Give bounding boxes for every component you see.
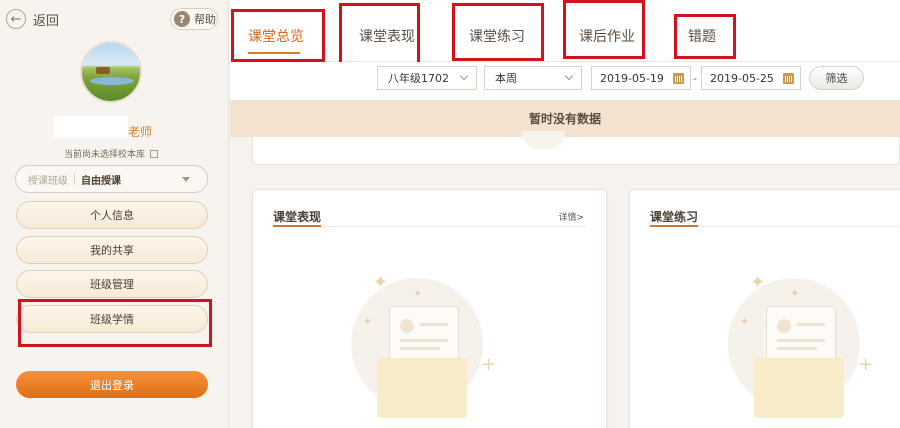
avatar: [80, 41, 142, 103]
tab-overview[interactable]: 课堂总览: [248, 26, 304, 46]
period-dropdown[interactable]: 本周: [484, 66, 582, 90]
chevron-down-icon: [459, 71, 469, 81]
plus-sparkle-icon: +: [481, 354, 497, 375]
teacher-name: 老师: [54, 116, 174, 140]
overview-card-bottom: [252, 131, 900, 165]
card-title: 课堂表现: [273, 210, 322, 224]
menu-personal-info[interactable]: 个人信息: [16, 201, 208, 229]
tab-performance[interactable]: 课堂表现: [359, 26, 415, 46]
chevron-down-icon: [564, 71, 574, 81]
tab-homework[interactable]: 课后作业: [579, 26, 635, 46]
back-label: 返回: [33, 13, 60, 29]
folder-icon: [754, 358, 844, 418]
arrow-left-icon: ←: [6, 9, 26, 29]
caret-down-icon: [182, 177, 190, 182]
question-icon: ?: [174, 11, 190, 27]
sparkle-icon: ✦: [750, 272, 766, 293]
menu-class-management[interactable]: 班级管理: [16, 270, 208, 298]
school-library-hint: 当前尚未选择校本库: [64, 147, 159, 160]
logout-button[interactable]: 退出登录: [16, 371, 208, 398]
tab-bar: [230, 0, 900, 62]
no-data-banner: 暂时没有数据: [230, 100, 900, 137]
help-button[interactable]: ? 帮助: [170, 8, 218, 30]
sparkle-icon: ✦: [363, 315, 373, 328]
empty-state-illustration: ✦ ✦ ✦ +: [331, 248, 501, 418]
end-date-value: 2019-05-25: [710, 71, 774, 85]
class-select-value: 自由授课: [81, 175, 121, 187]
teacher-suffix: 老师: [128, 125, 153, 139]
details-link[interactable]: 详情>: [558, 210, 584, 223]
plus-sparkle-icon: +: [858, 354, 874, 375]
class-select-label: 授课班级: [28, 175, 68, 187]
sparkle-icon: ✦: [740, 315, 750, 328]
sparkle-icon: ✦: [790, 287, 800, 300]
sidebar: ← 返回 ? 帮助 老师 当前尚未选择校本库 授课班级 自由授课 个人信息 我的…: [0, 0, 229, 428]
start-date-input[interactable]: 2019-05-19: [591, 66, 691, 90]
active-tab-indicator: [248, 52, 300, 54]
date-range-separator: -: [693, 72, 697, 85]
menu-class-analytics[interactable]: 班级学情: [16, 305, 208, 333]
sparkle-icon: ✦: [373, 272, 389, 293]
filter-bar: 八年级1702 本周 2019-05-19 - 2019-05-25 筛选: [230, 62, 900, 100]
filter-button[interactable]: 筛选: [809, 66, 864, 90]
card-classroom-practice: 课堂练习 ✦ ✦ ✦ +: [629, 189, 900, 428]
no-data-message: 暂时没有数据: [528, 112, 601, 126]
start-date-value: 2019-05-19: [600, 71, 664, 85]
card-classroom-performance: 课堂表现 详情> ✦ ✦ ✦ +: [252, 189, 607, 428]
tab-practice[interactable]: 课堂练习: [469, 26, 525, 46]
sparkle-icon: ✦: [413, 287, 423, 300]
period-dropdown-value: 本周: [495, 72, 517, 85]
calendar-icon[interactable]: [783, 73, 794, 84]
tab-mistakes[interactable]: 错题: [688, 26, 716, 46]
empty-state-illustration: ✦ ✦ ✦ +: [708, 248, 878, 418]
name-redaction: [54, 116, 128, 138]
calendar-icon[interactable]: [673, 73, 684, 84]
menu-my-shares[interactable]: 我的共享: [16, 236, 208, 264]
school-hint-text: 当前尚未选择校本库: [64, 150, 146, 160]
class-select[interactable]: 授课班级 自由授课: [15, 165, 208, 193]
class-dropdown-value: 八年级1702: [388, 72, 449, 85]
folder-icon: [377, 358, 467, 418]
end-date-input[interactable]: 2019-05-25: [701, 66, 801, 90]
help-label: 帮助: [194, 13, 216, 26]
card-title: 课堂练习: [650, 210, 699, 224]
back-button[interactable]: ← 返回: [6, 9, 59, 29]
edit-icon[interactable]: [150, 149, 159, 158]
class-dropdown[interactable]: 八年级1702: [377, 66, 477, 90]
